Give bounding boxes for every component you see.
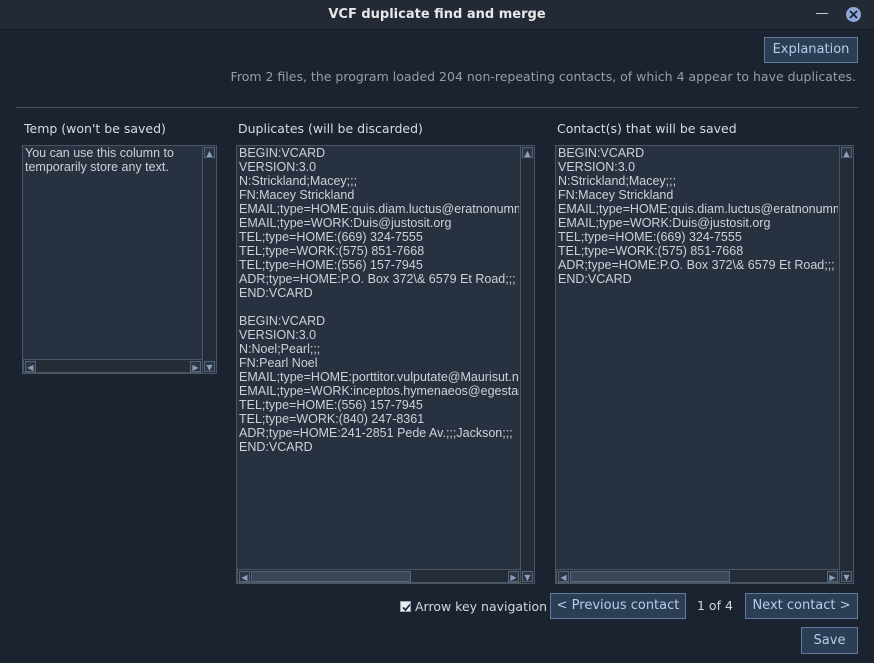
info-text: From 2 files, the program loaded 204 non…	[230, 69, 856, 84]
close-icon[interactable]	[846, 7, 861, 22]
chevron-down-icon[interactable]: ▼	[522, 571, 533, 582]
window-title: VCF duplicate find and merge	[328, 7, 546, 22]
chevron-right-icon[interactable]: ▶	[827, 571, 838, 582]
saved-horizontal-scrollbar[interactable]: ◀ ▶	[556, 569, 840, 583]
saved-text: BEGIN:VCARD VERSION:3.0 N:Strickland;Mac…	[558, 146, 838, 286]
chevron-up-icon[interactable]: ▲	[522, 147, 533, 158]
chevron-down-icon[interactable]: ▼	[204, 361, 215, 372]
pager-text: 1 of 4	[697, 598, 733, 613]
temp-column-label: Temp (won't be saved)	[24, 121, 166, 136]
save-button[interactable]: Save	[801, 627, 858, 654]
temp-textarea[interactable]: You can use this column to temporarily s…	[22, 145, 217, 374]
title-bar: VCF duplicate find and merge —	[0, 0, 874, 30]
duplicates-horizontal-scrollbar[interactable]: ◀ ▶	[237, 569, 521, 583]
divider	[16, 107, 858, 108]
chevron-up-icon[interactable]: ▲	[841, 147, 852, 158]
chevron-down-icon[interactable]: ▼	[841, 571, 852, 582]
saved-textarea[interactable]: BEGIN:VCARD VERSION:3.0 N:Strickland;Mac…	[555, 145, 854, 584]
previous-contact-button[interactable]: < Previous contact	[550, 593, 686, 619]
next-contact-button[interactable]: Next contact >	[745, 593, 858, 619]
temp-vertical-scrollbar[interactable]: ▲ ▼	[202, 146, 216, 373]
chevron-left-icon[interactable]: ◀	[558, 571, 569, 582]
arrow-key-navigation-label: Arrow key navigation	[415, 599, 548, 614]
saved-column-label: Contact(s) that will be saved	[557, 121, 737, 136]
arrow-key-navigation-checkbox[interactable]	[400, 601, 411, 612]
duplicates-column-label: Duplicates (will be discarded)	[238, 121, 423, 136]
chevron-right-icon[interactable]: ▶	[508, 571, 519, 582]
explanation-button[interactable]: Explanation	[764, 37, 858, 63]
temp-text: You can use this column to temporarily s…	[25, 146, 178, 174]
temp-horizontal-scrollbar[interactable]: ◀ ▶	[23, 359, 203, 373]
chevron-right-icon[interactable]: ▶	[190, 361, 201, 372]
chevron-left-icon[interactable]: ◀	[25, 361, 36, 372]
check-icon	[402, 603, 411, 612]
chevron-up-icon[interactable]: ▲	[204, 147, 215, 158]
duplicates-scroll-thumb[interactable]	[251, 571, 411, 582]
saved-vertical-scrollbar[interactable]: ▲ ▼	[839, 146, 853, 583]
chevron-left-icon[interactable]: ◀	[239, 571, 250, 582]
saved-scroll-thumb[interactable]	[570, 571, 730, 582]
duplicates-textarea[interactable]: BEGIN:VCARD VERSION:3.0 N:Strickland;Mac…	[236, 145, 535, 584]
duplicates-vertical-scrollbar[interactable]: ▲ ▼	[520, 146, 534, 583]
minimize-icon[interactable]: —	[814, 6, 830, 22]
duplicates-text: BEGIN:VCARD VERSION:3.0 N:Strickland;Mac…	[239, 146, 519, 454]
